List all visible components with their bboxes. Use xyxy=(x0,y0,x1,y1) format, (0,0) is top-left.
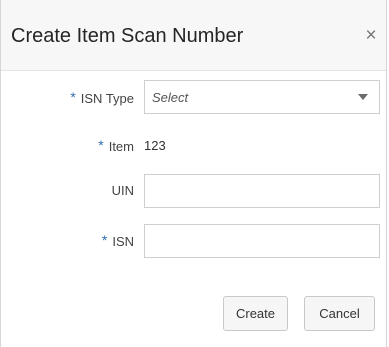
item-label: * Item xyxy=(98,137,134,155)
isn-type-select[interactable]: Select xyxy=(144,80,380,114)
item-value: 123 xyxy=(144,138,166,153)
create-button[interactable]: Create xyxy=(223,296,288,331)
chevron-down-icon xyxy=(358,94,368,100)
isn-input[interactable] xyxy=(144,224,380,258)
create-isn-dialog: Create Item Scan Number × * ISN Type Sele… xyxy=(0,0,387,347)
required-marker: * xyxy=(101,232,108,248)
required-marker: * xyxy=(70,89,76,105)
isn-label: * ISN xyxy=(101,232,134,250)
uin-label-text: UIN xyxy=(111,183,134,198)
required-marker: * xyxy=(98,137,104,153)
isn-type-value: Select xyxy=(152,90,189,105)
uin-input[interactable] xyxy=(144,174,380,208)
dialog-header: Create Item Scan Number × xyxy=(1,0,386,71)
cancel-button[interactable]: Cancel xyxy=(304,296,375,331)
item-label-text: Item xyxy=(108,139,134,154)
isn-type-label: * ISN Type xyxy=(70,89,134,107)
dialog-title: Create Item Scan Number xyxy=(11,25,244,47)
uin-label: UIN xyxy=(112,183,134,199)
isn-type-label-text: ISN Type xyxy=(80,91,134,106)
isn-label-text: ISN xyxy=(112,234,134,249)
close-icon[interactable]: × xyxy=(359,24,383,48)
